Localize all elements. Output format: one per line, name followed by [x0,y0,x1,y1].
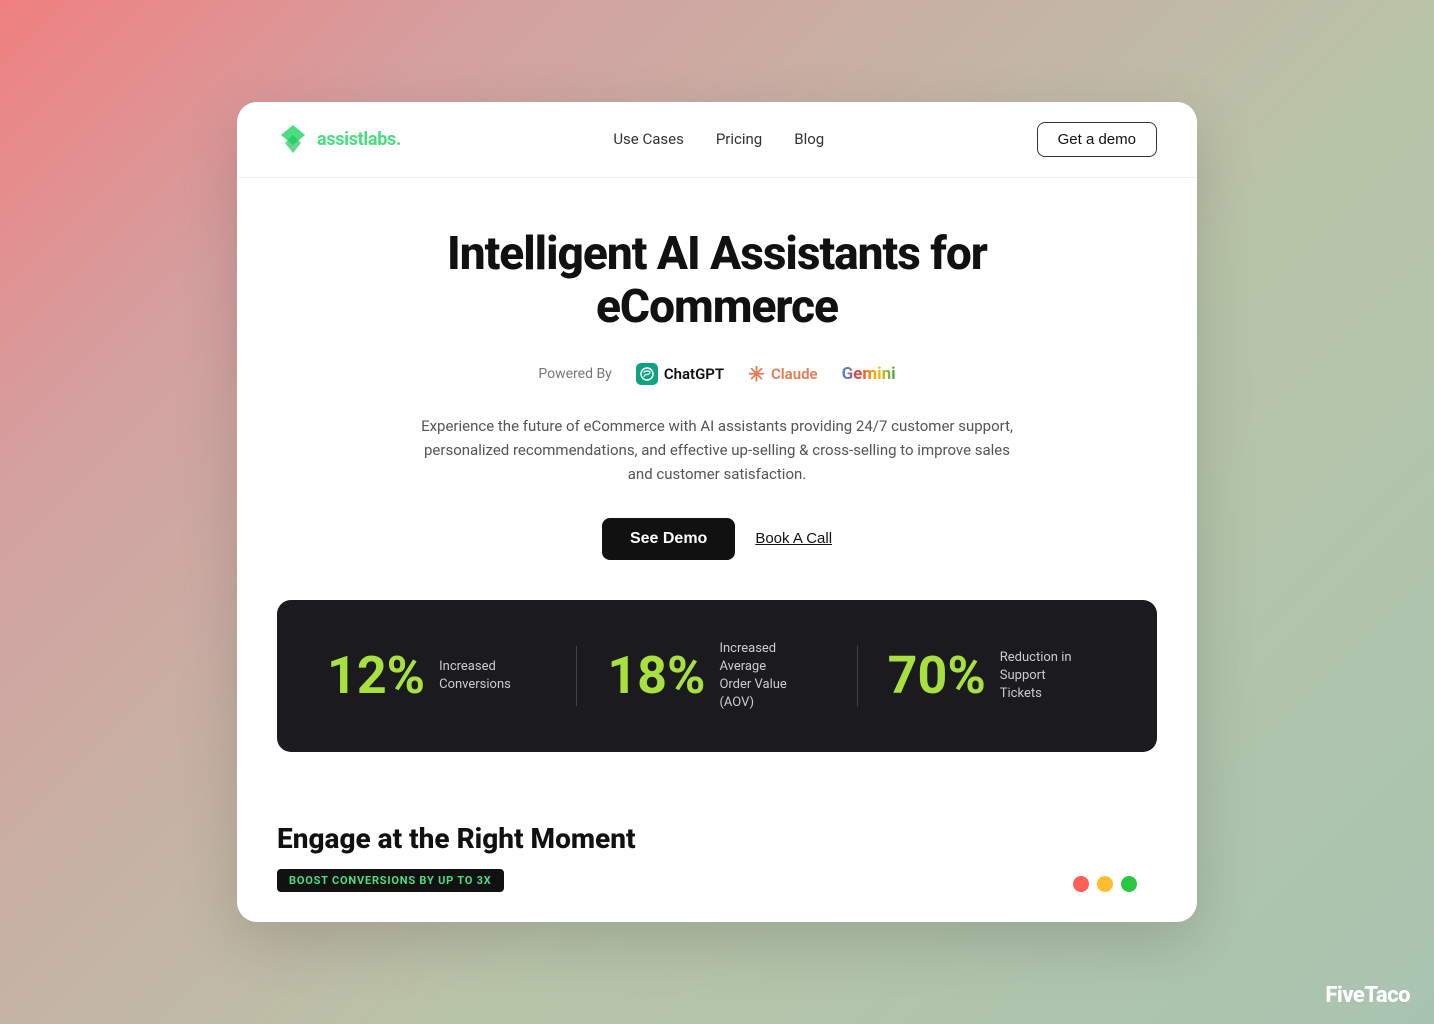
stat-divider-1 [576,646,577,706]
stats-bar: 12% Increased Conversions 18% Increased … [277,600,1157,753]
navigation: assistlabs. Use Cases Pricing Blog Get a… [237,102,1197,178]
get-demo-button[interactable]: Get a demo [1037,122,1157,157]
watermark: FiveTaco [1325,983,1410,1008]
claude-icon: ✳ [748,362,765,386]
stat-aov: 18% Increased Average Order Value (AOV) [607,640,826,713]
logo-icon [277,123,309,155]
stat-tickets-number: 70% [888,650,986,702]
chatgpt-badge: ChatGPT [636,363,724,385]
claude-label: Claude [771,365,818,383]
gemini-label: Gemini [842,364,896,384]
engage-title: Engage at the Right Moment [277,822,1157,855]
chatgpt-icon [636,363,658,385]
logo-text: assistlabs. [317,129,401,150]
mac-dot-maximize [1121,876,1137,892]
nav-use-cases[interactable]: Use Cases [613,130,684,148]
stat-tickets: 70% Reduction in Support Tickets [888,649,1107,704]
powered-label: Powered By [538,366,611,382]
stat-aov-label: Increased Average Order Value (AOV) [719,640,799,713]
stat-conversions-number: 12% [327,650,425,702]
book-call-button[interactable]: Book A Call [755,530,832,547]
stat-conversions: 12% Increased Conversions [327,650,546,702]
stat-conversions-label: Increased Conversions [439,658,519,694]
nav-blog[interactable]: Blog [794,130,824,148]
nav-links: Use Cases Pricing Blog [613,130,824,148]
hero-title: Intelligent AI Assistants for eCommerce [277,228,1157,334]
hero-section: Intelligent AI Assistants for eCommerce … [237,178,1197,600]
logo[interactable]: assistlabs. [277,123,401,155]
mac-dot-minimize [1097,876,1113,892]
chatgpt-label: ChatGPT [664,365,724,383]
powered-by-row: Powered By ChatGPT ✳ Claude Gemini [277,362,1157,386]
see-demo-button[interactable]: See Demo [602,518,735,560]
claude-badge: ✳ Claude [748,362,817,386]
stat-tickets-label: Reduction in Support Tickets [1000,649,1080,704]
hero-description: Experience the future of eCommerce with … [417,414,1017,486]
stat-aov-number: 18% [607,650,705,702]
gemini-badge: Gemini [842,364,896,384]
mac-dot-close [1073,876,1089,892]
hero-buttons: See Demo Book A Call [277,518,1157,560]
boost-badge: BOOST CONVERSIONS BY UP TO 3X [277,869,504,892]
stat-divider-2 [857,646,858,706]
mac-window-preview [1073,876,1137,892]
nav-pricing[interactable]: Pricing [716,130,762,148]
bottom-section: Engage at the Right Moment BOOST CONVERS… [237,792,1197,922]
